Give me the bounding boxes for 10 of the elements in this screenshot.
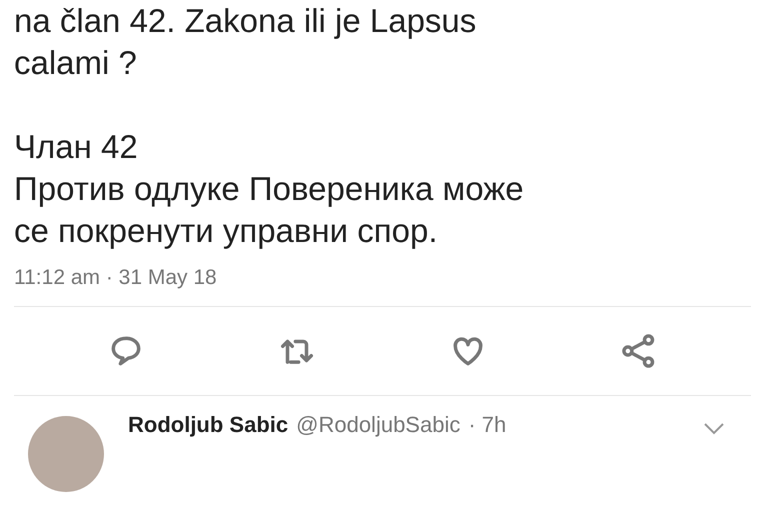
tweet-text-line: Члан 42 xyxy=(14,127,139,167)
tweet-text-line: na član 42. Zakona ili je Lapsus xyxy=(14,1,478,41)
timestamp: 11:12 am · 31 May 18 xyxy=(14,266,218,291)
post-time: · 7h xyxy=(468,412,506,438)
user-handle: @RodoljubSabic xyxy=(296,412,460,438)
tweet-text-line: calami ? xyxy=(14,43,138,83)
tweet-text-line: Против одлуке Повереника може xyxy=(14,169,525,209)
caret-icon[interactable] xyxy=(703,422,725,436)
user-name: Rodoljub Sabic xyxy=(128,412,288,438)
tweet-text-line: се покренути управни спор. xyxy=(14,211,439,251)
